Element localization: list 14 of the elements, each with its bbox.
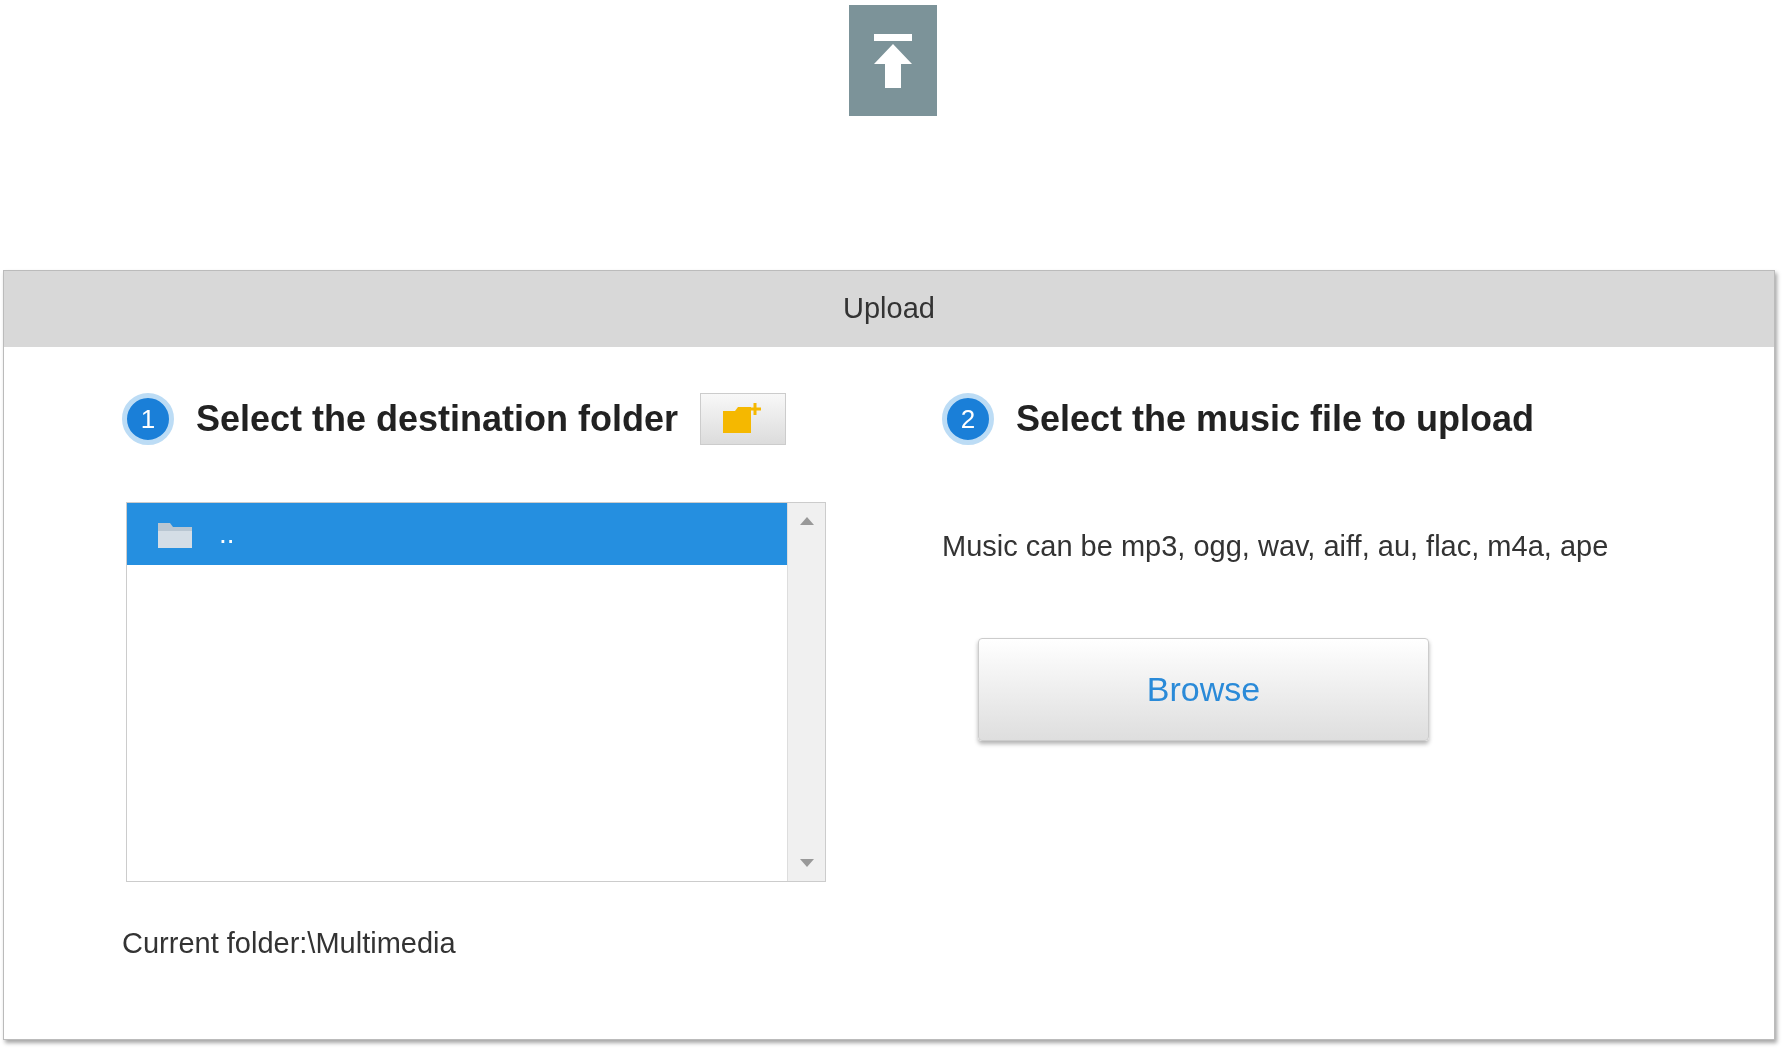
current-folder-label: Current folder:\Multimedia (122, 926, 457, 961)
step-number-badge: 2 (942, 393, 994, 445)
step-number-badge: 1 (122, 393, 174, 445)
dialog-title: Upload (4, 271, 1774, 347)
browse-button[interactable]: Browse (978, 638, 1429, 741)
step-title: Select the destination folder (196, 397, 679, 441)
formats-note: Music can be mp3, ogg, wav, aiff, au, flac, m4a, ape (942, 529, 1610, 564)
upload-icon (849, 5, 937, 116)
new-folder-button[interactable] (700, 393, 787, 445)
scroll-down-icon (799, 859, 814, 867)
scrollbar[interactable] (787, 503, 825, 881)
step-title: Select the music file to upload (1016, 397, 1535, 441)
folder-row[interactable]: .. (127, 503, 787, 565)
scroll-up-icon (799, 517, 814, 525)
